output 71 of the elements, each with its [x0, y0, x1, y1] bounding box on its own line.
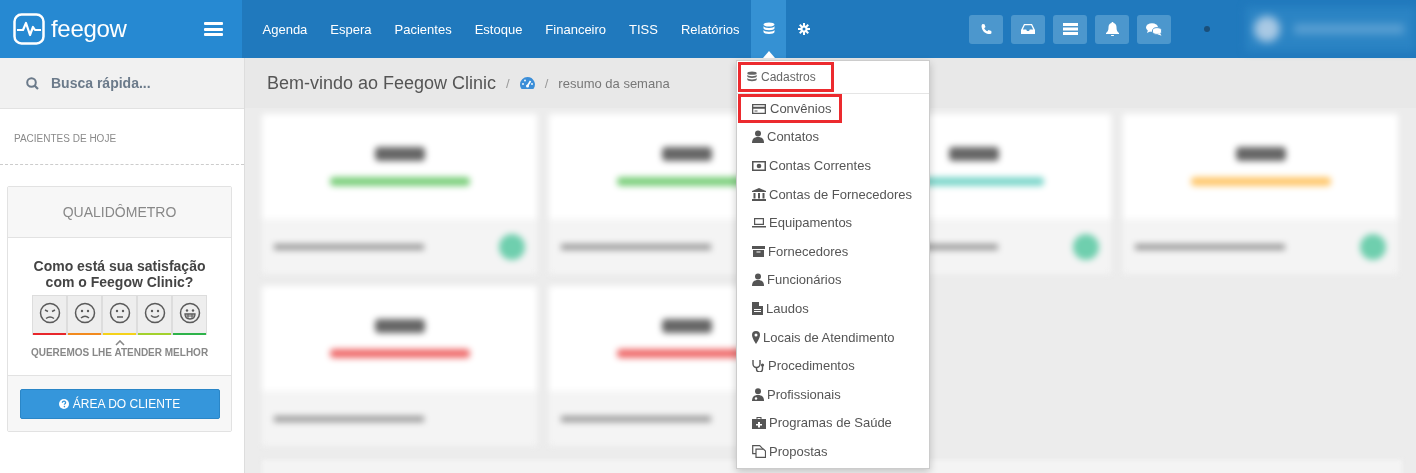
banknote-icon [752, 159, 766, 172]
section-title: PACIENTES DE HOJE [14, 133, 117, 144]
chat-icon [1146, 22, 1162, 36]
toolbar-button[interactable] [1137, 14, 1171, 44]
rating-option[interactable] [102, 295, 137, 346]
toolbar-button[interactable] [1053, 14, 1087, 44]
logo-text: feegow [51, 15, 127, 43]
menu-item[interactable]: Contas Correntes [737, 151, 929, 180]
menu-item[interactable]: Propostas [737, 437, 929, 466]
menu-item[interactable]: Contas de Fornecedores [737, 179, 929, 209]
menu-item[interactable]: Profissionais [737, 379, 929, 409]
doctor-icon [752, 387, 764, 401]
smiley-face-icon [143, 302, 166, 324]
dashboard-icon[interactable] [519, 77, 535, 89]
user-icon [752, 130, 764, 144]
angry-face-icon [38, 302, 61, 324]
toolbar-button[interactable] [969, 14, 1003, 44]
status-dot [1204, 26, 1210, 32]
sad-face-icon [73, 302, 96, 324]
nav-link[interactable]: Estoque [463, 0, 534, 58]
neutral-face-icon [108, 302, 131, 324]
server-icon [1062, 23, 1078, 35]
nav-link[interactable]: Agenda [251, 0, 319, 58]
nav-icon-button[interactable] [751, 0, 786, 58]
menu-item[interactable]: Fornecedores [737, 236, 929, 266]
toolbar-button[interactable] [1095, 14, 1129, 44]
database-icon [761, 22, 776, 36]
breadcrumb-separator: / [544, 75, 549, 91]
document-icon [752, 301, 763, 315]
nav-link[interactable]: Relatórios [669, 0, 751, 58]
settings-icon [797, 23, 810, 35]
menu-icon[interactable] [204, 22, 223, 36]
map-pin-icon [752, 330, 760, 344]
menu-item[interactable]: Equipamentos [737, 208, 929, 237]
menu-item[interactable]: Locais de Atendimento [737, 322, 929, 352]
phone-icon [979, 22, 993, 36]
menu-item[interactable]: Laudos [737, 294, 929, 323]
breadcrumb-separator: / [506, 75, 510, 91]
breadcrumb-item[interactable]: resumo da semana [558, 75, 670, 91]
nav-link[interactable]: TISS [617, 0, 670, 58]
nav-link[interactable]: Financeiro [533, 0, 618, 58]
copy-icon [752, 444, 766, 458]
menu-item[interactable]: Contatos [737, 122, 929, 152]
logo-icon [13, 13, 45, 45]
grinning-face-icon [178, 302, 201, 324]
stethoscope-icon [752, 359, 765, 373]
rating-caption: QUEREMOS LHE ATENDER MELHOR [30, 347, 209, 358]
medkit-icon [752, 416, 766, 430]
laptop-icon [752, 216, 766, 230]
page-title: Bem-vindo ao Feegow Clinic [267, 72, 497, 94]
caret-icon [114, 340, 125, 346]
user-icon [752, 273, 764, 287]
nav-link[interactable]: Espera [318, 0, 384, 58]
rating-question: Como está sua satisfação com o Feegow Clinic? [32, 258, 207, 290]
toolbar-button[interactable] [1011, 14, 1045, 44]
database-icon [746, 71, 758, 83]
help-icon [58, 398, 69, 409]
search-field[interactable]: Busca rápida... [51, 75, 231, 91]
credit-card-icon [752, 101, 767, 115]
menu-item[interactable]: Procedimentos [737, 351, 929, 380]
inbox-icon [1021, 23, 1035, 35]
bell-icon [1105, 22, 1119, 36]
widget-title: QUALIDÔMETRO [62, 204, 177, 220]
menu-header: Cadastros [738, 62, 834, 92]
menu-item[interactable]: Programas de Saúde [737, 408, 929, 438]
menu-item[interactable]: Funcionários [737, 265, 929, 295]
nav-link[interactable]: Pacientes [383, 0, 464, 58]
search-icon [26, 76, 39, 90]
menu-item[interactable]: Convênios [738, 94, 842, 123]
archive-icon [752, 244, 765, 258]
bank-icon [752, 187, 766, 201]
